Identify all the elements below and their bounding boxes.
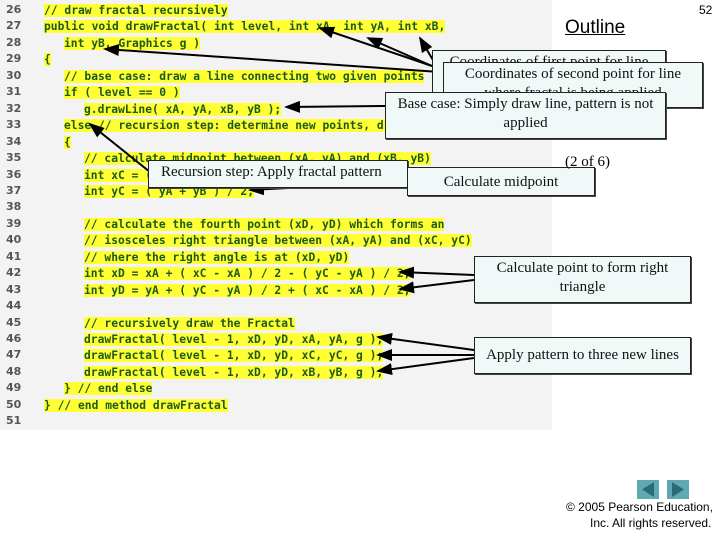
line-number: 49 <box>6 381 22 395</box>
code-line: if ( level == 0 ) <box>64 85 180 100</box>
line-number: 44 <box>6 299 22 313</box>
code-line: // calculate the fourth point (xD, yD) w… <box>84 217 445 232</box>
line-number: 33 <box>6 118 22 132</box>
line-number: 37 <box>6 183 22 197</box>
code-line: { <box>64 135 71 150</box>
code-text: // calculate the fourth point (xD, yD) w… <box>84 217 445 231</box>
code-text: // isosceles right triangle between (xA,… <box>84 234 472 248</box>
line-number: 51 <box>6 414 22 428</box>
callout-right-triangle: Calculate point to form right triangle <box>474 256 691 303</box>
callout-recursion-step: Recursion step: Apply fractal pattern <box>148 160 408 188</box>
line-number: 48 <box>6 364 22 378</box>
code-text: public void drawFractal( int level, int … <box>44 20 446 34</box>
code-line: drawFractal( level - 1, xD, yD, xC, yC, … <box>84 348 384 363</box>
code-line: g.drawLine( xA, yA, xB, yB ); <box>84 102 282 117</box>
line-number: 40 <box>6 233 22 247</box>
line-number: 38 <box>6 200 22 214</box>
line-number: 41 <box>6 249 22 263</box>
code-text: } // end method drawFractal <box>44 398 228 412</box>
line-number: 35 <box>6 151 22 165</box>
code-text: if ( level == 0 ) <box>64 86 180 100</box>
callout-apply-pattern: Apply pattern to three new lines <box>474 337 691 374</box>
code-text: { <box>64 135 71 149</box>
code-line: // where the right angle is at (xD, yD) <box>84 250 350 265</box>
code-line: // isosceles right triangle between (xA,… <box>84 233 472 248</box>
code-text: drawFractal( level - 1, xD, yD, xC, yC, … <box>84 349 384 363</box>
callout-midpoint: Calculate midpoint <box>407 167 595 196</box>
triangle-left-icon <box>642 482 654 497</box>
code-line: public void drawFractal( int level, int … <box>44 19 446 34</box>
code-line: // recursively draw the Fractal <box>84 316 295 331</box>
line-number: 50 <box>6 397 22 411</box>
line-number: 42 <box>6 266 22 280</box>
line-number: 29 <box>6 52 22 66</box>
slide-number: 52 <box>699 3 713 17</box>
code-line: // base case: draw a line connecting two… <box>64 69 425 84</box>
code-line: int yB, Graphics g ) <box>64 36 201 51</box>
copyright-line1: © 2005 Pearson Education, <box>566 500 713 514</box>
line-number: 28 <box>6 35 22 49</box>
code-text: int xD = xA + ( xC - xA ) / 2 - ( yC - y… <box>84 267 411 281</box>
code-text: { <box>44 53 51 67</box>
code-text: g.drawLine( xA, yA, xB, yB ); <box>84 102 282 116</box>
outline-link[interactable]: Outline <box>565 17 625 39</box>
code-text: int yD = yA + ( yC - yA ) / 2 + ( xC - x… <box>84 283 411 297</box>
prev-slide-button[interactable] <box>637 480 659 499</box>
line-number: 31 <box>6 85 22 99</box>
code-text: // base case: draw a line connecting two… <box>64 69 425 83</box>
line-number: 47 <box>6 348 22 362</box>
code-text: int yB, Graphics g ) <box>64 36 201 50</box>
line-number: 27 <box>6 19 22 33</box>
line-number: 36 <box>6 167 22 181</box>
code-text: } // end else <box>64 382 153 396</box>
code-text: // draw fractal recursively <box>44 4 228 17</box>
line-number: 46 <box>6 332 22 345</box>
triangle-right-icon <box>672 482 684 497</box>
code-line: } // end else <box>64 381 153 396</box>
code-line: { <box>44 52 51 67</box>
copyright-line2: Inc. All rights reserved. <box>590 516 712 530</box>
code-text: drawFractal( level - 1, xD, yD, xA, yA, … <box>84 333 384 346</box>
line-number: 45 <box>6 315 22 329</box>
line-number: 39 <box>6 216 22 230</box>
code-text: // where the right angle is at (xD, yD) <box>84 250 350 264</box>
page-indicator: (2 of 6) <box>565 154 610 170</box>
code-text: // recursively draw the Fractal <box>84 316 295 330</box>
line-number: 30 <box>6 68 22 82</box>
callout-base-case: Base case: Simply draw line, pattern is … <box>385 92 666 139</box>
code-line: drawFractal( level - 1, xD, yD, xB, yB, … <box>84 365 384 380</box>
line-number: 34 <box>6 134 22 148</box>
code-line: drawFractal( level - 1, xD, yD, xA, yA, … <box>84 332 384 347</box>
code-line: int xD = xA + ( xC - xA ) / 2 - ( yC - y… <box>84 266 411 281</box>
next-slide-button[interactable] <box>667 480 689 499</box>
line-number: 43 <box>6 282 22 296</box>
code-text: drawFractal( level - 1, xD, yD, xB, yB, … <box>84 365 384 379</box>
line-number: 26 <box>6 3 22 16</box>
code-line: } // end method drawFractal <box>44 398 228 413</box>
code-line: // draw fractal recursively <box>44 3 228 18</box>
code-line: int yD = yA + ( yC - yA ) / 2 + ( xC - x… <box>84 283 411 298</box>
line-number: 32 <box>6 101 22 115</box>
